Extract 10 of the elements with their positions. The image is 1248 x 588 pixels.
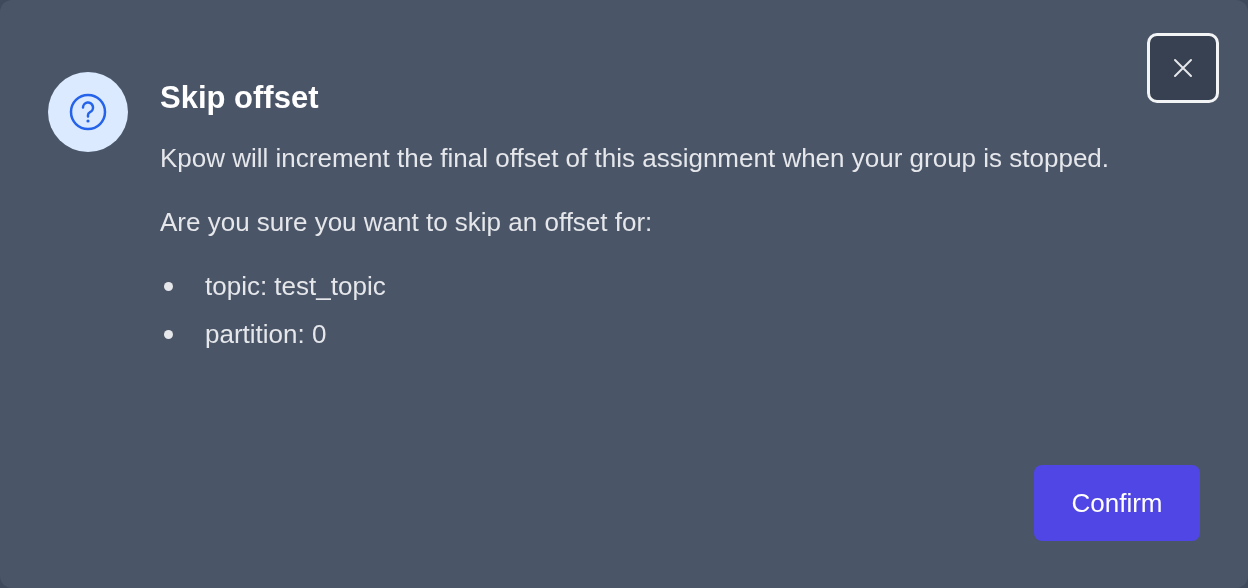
- dialog-message: Kpow will increment the final offset of this assignment when your group is stopped.: [160, 142, 1111, 175]
- bullet-icon: [164, 329, 173, 339]
- bullet-icon: [164, 281, 173, 291]
- list-item-text: partition: 0: [205, 318, 327, 351]
- confirm-button[interactable]: Confirm: [1034, 465, 1200, 541]
- list-item-text: topic: test_topic: [205, 270, 386, 303]
- dialog-title: Skip offset: [160, 80, 320, 116]
- confirmation-question: Are you sure you want to skip an offset for:: [160, 206, 654, 239]
- close-button[interactable]: [1147, 33, 1219, 103]
- close-icon: [1173, 58, 1193, 78]
